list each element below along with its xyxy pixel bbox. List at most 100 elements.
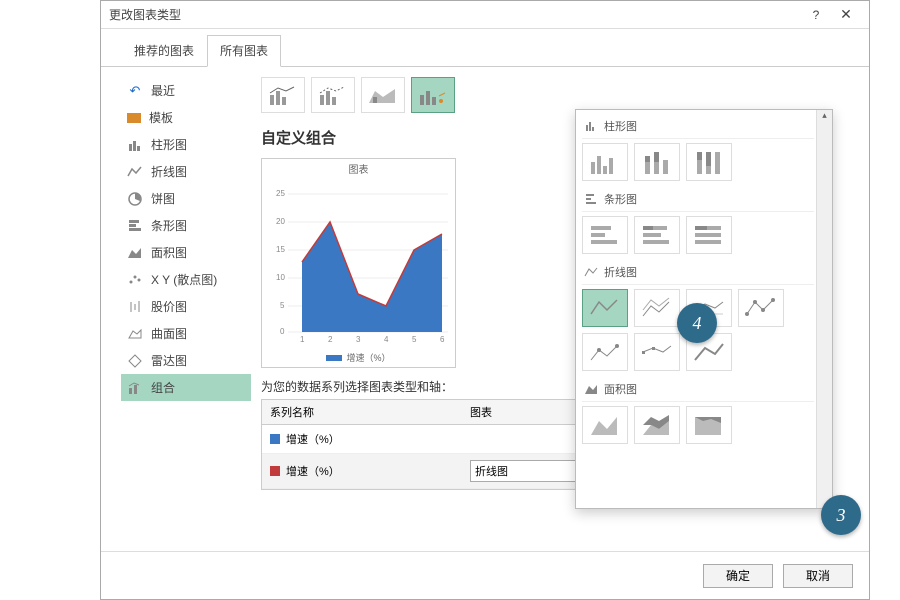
help-button[interactable]: ? bbox=[801, 8, 831, 22]
tab-all-charts[interactable]: 所有图表 bbox=[207, 35, 281, 67]
svg-text:5: 5 bbox=[412, 335, 417, 344]
svg-text:3: 3 bbox=[356, 335, 361, 344]
scroll-up-icon[interactable]: ▴ bbox=[817, 110, 832, 124]
surface-chart-icon bbox=[127, 326, 143, 342]
sidebar-item-label: 股价图 bbox=[151, 298, 187, 315]
sidebar-item-column[interactable]: 柱形图 bbox=[121, 131, 251, 158]
dd-opt-bar-stacked[interactable] bbox=[634, 216, 680, 254]
svg-text:0: 0 bbox=[280, 327, 285, 336]
subtype-clustered-column-line[interactable] bbox=[261, 77, 305, 113]
sidebar-item-bar[interactable]: 条形图 bbox=[121, 212, 251, 239]
svg-text:25: 25 bbox=[276, 189, 285, 198]
dd-opt-line[interactable] bbox=[582, 289, 628, 327]
dd-opt-line-100stacked-markers[interactable] bbox=[634, 333, 680, 371]
sidebar-item-recent[interactable]: ↶ 最近 bbox=[121, 77, 251, 104]
svg-text:2: 2 bbox=[328, 335, 333, 344]
column-chart-icon bbox=[127, 137, 143, 153]
series-swatch bbox=[270, 434, 280, 444]
sidebar-item-label: 面积图 bbox=[151, 244, 187, 261]
dd-opt-line-markers[interactable] bbox=[738, 289, 784, 327]
sidebar-item-label: 曲面图 bbox=[151, 325, 187, 342]
svg-text:5: 5 bbox=[280, 301, 285, 310]
svg-text:1: 1 bbox=[300, 335, 305, 344]
stock-chart-icon bbox=[127, 299, 143, 315]
select-value: 折线图 bbox=[475, 463, 508, 479]
subtype-stacked-area-column[interactable] bbox=[361, 77, 405, 113]
svg-text:15: 15 bbox=[276, 245, 285, 254]
column-chart-icon bbox=[584, 119, 598, 133]
combo-chart-icon bbox=[127, 380, 143, 396]
radar-chart-icon bbox=[127, 353, 143, 369]
bar-chart-icon bbox=[584, 192, 598, 206]
dd-opt-area-100stacked[interactable] bbox=[686, 406, 732, 444]
annotation-badge-4: 4 bbox=[677, 303, 717, 343]
series-swatch bbox=[270, 466, 280, 476]
series-name: 增速（%） bbox=[286, 463, 340, 479]
sidebar-item-surface[interactable]: 曲面图 bbox=[121, 320, 251, 347]
dropdown-section-bar: 条形图 bbox=[582, 187, 814, 212]
subtype-custom-combo[interactable] bbox=[411, 77, 455, 113]
sidebar-item-area[interactable]: 面积图 bbox=[121, 239, 251, 266]
change-chart-type-dialog: 更改图表类型 ? ✕ 推荐的图表 所有图表 ↶最近 模板 柱形图 折线图 饼图 … bbox=[100, 0, 870, 600]
dropdown-section-column: 柱形图 bbox=[582, 114, 814, 139]
sidebar-item-label: 组合 bbox=[151, 379, 175, 396]
line-chart-icon bbox=[127, 164, 143, 180]
area-chart-icon bbox=[127, 245, 143, 261]
dd-opt-bar-100stacked[interactable] bbox=[686, 216, 732, 254]
sidebar-item-line[interactable]: 折线图 bbox=[121, 158, 251, 185]
sidebar-item-label: 条形图 bbox=[151, 217, 187, 234]
sidebar-item-label: 模板 bbox=[149, 109, 173, 126]
cancel-button[interactable]: 取消 bbox=[783, 564, 853, 588]
tab-recommended[interactable]: 推荐的图表 bbox=[121, 35, 207, 66]
chart-preview: 图表 25 20 15 10 5 0 1 2 3 4 5 6 增速（%） bbox=[261, 158, 456, 368]
recent-icon: ↶ bbox=[127, 83, 143, 99]
sidebar-item-combo[interactable]: 组合 bbox=[121, 374, 251, 401]
chart-preview-svg: 25 20 15 10 5 0 1 2 3 4 5 6 bbox=[262, 176, 452, 346]
dd-opt-column-100stacked[interactable] bbox=[686, 143, 732, 181]
chart-legend: 增速（%） bbox=[262, 351, 455, 364]
dd-opt-area[interactable] bbox=[582, 406, 628, 444]
dropdown-section-line: 折线图 bbox=[582, 260, 814, 285]
dd-opt-column-clustered[interactable] bbox=[582, 143, 628, 181]
svg-text:6: 6 bbox=[440, 335, 445, 344]
dialog-footer: 确定 取消 bbox=[101, 551, 869, 599]
sidebar-item-scatter[interactable]: X Y (散点图) bbox=[121, 266, 251, 293]
sidebar-item-label: 最近 bbox=[151, 82, 175, 99]
ok-button[interactable]: 确定 bbox=[703, 564, 773, 588]
annotation-badge-3: 3 bbox=[821, 495, 861, 535]
titlebar: 更改图表类型 ? ✕ bbox=[101, 1, 869, 29]
series-header-name: 系列名称 bbox=[262, 400, 462, 424]
tab-strip: 推荐的图表 所有图表 bbox=[101, 35, 869, 67]
subtype-clustered-column-line-secondary[interactable] bbox=[311, 77, 355, 113]
svg-text:10: 10 bbox=[276, 273, 285, 282]
dd-opt-area-stacked[interactable] bbox=[634, 406, 680, 444]
dd-opt-bar-clustered[interactable] bbox=[582, 216, 628, 254]
dd-opt-line-stacked[interactable] bbox=[634, 289, 680, 327]
sidebar-item-radar[interactable]: 雷达图 bbox=[121, 347, 251, 374]
chart-preview-caption: 图表 bbox=[262, 161, 455, 176]
dialog-title: 更改图表类型 bbox=[109, 6, 801, 23]
chart-category-sidebar: ↶最近 模板 柱形图 折线图 饼图 条形图 面积图 X Y (散点图) 股价图 … bbox=[121, 77, 251, 551]
dropdown-scrollbar[interactable]: ▴ bbox=[816, 110, 832, 508]
line-chart-icon bbox=[584, 265, 598, 279]
sidebar-item-pie[interactable]: 饼图 bbox=[121, 185, 251, 212]
close-button[interactable]: ✕ bbox=[831, 6, 861, 23]
svg-text:4: 4 bbox=[384, 335, 389, 344]
sidebar-item-label: X Y (散点图) bbox=[151, 271, 217, 288]
series-name: 增速（%） bbox=[286, 431, 340, 447]
dd-opt-line-stacked-markers[interactable] bbox=[582, 333, 628, 371]
sidebar-item-label: 雷达图 bbox=[151, 352, 187, 369]
pie-chart-icon bbox=[127, 191, 143, 207]
svg-text:20: 20 bbox=[276, 217, 285, 226]
scatter-chart-icon bbox=[127, 272, 143, 288]
sidebar-item-label: 饼图 bbox=[151, 190, 175, 207]
dropdown-section-area: 面积图 bbox=[582, 377, 814, 402]
bar-chart-icon bbox=[127, 218, 143, 234]
dd-opt-column-stacked[interactable] bbox=[634, 143, 680, 181]
subtype-row bbox=[261, 77, 849, 113]
sidebar-item-stock[interactable]: 股价图 bbox=[121, 293, 251, 320]
folder-icon bbox=[127, 113, 141, 123]
sidebar-item-templates[interactable]: 模板 bbox=[121, 104, 251, 131]
sidebar-item-label: 折线图 bbox=[151, 163, 187, 180]
sidebar-item-label: 柱形图 bbox=[151, 136, 187, 153]
